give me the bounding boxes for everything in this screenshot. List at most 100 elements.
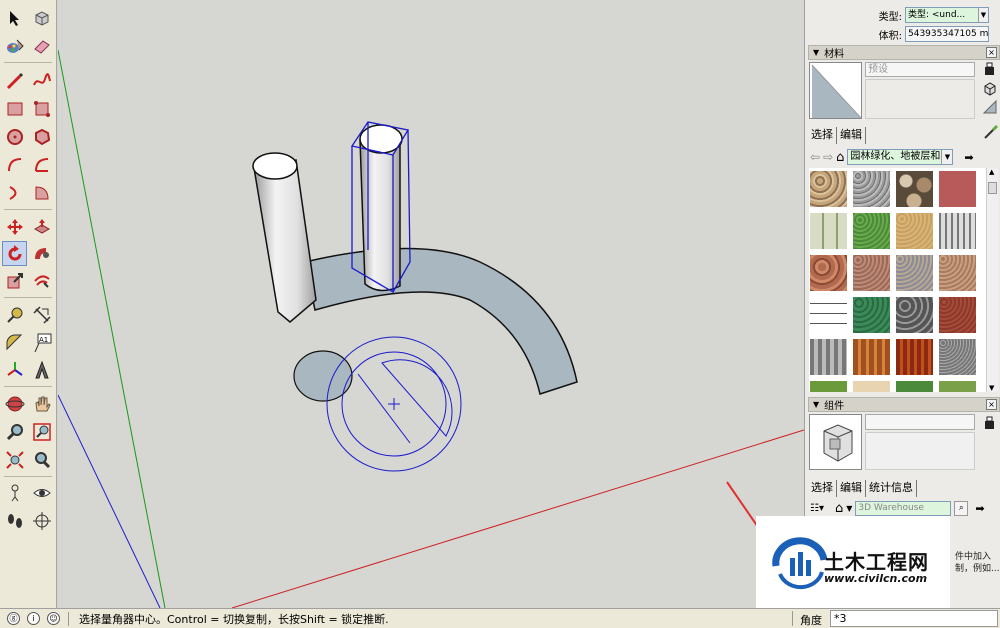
details-arrow-icon[interactable]: ➡ [975, 502, 984, 515]
text-icon[interactable]: A1 [29, 330, 54, 355]
material-swatch[interactable] [852, 296, 891, 334]
material-swatch[interactable] [938, 170, 977, 208]
material-swatch[interactable] [852, 254, 891, 292]
components-tab-select[interactable]: 选择 [808, 480, 837, 497]
dimension-icon[interactable] [29, 302, 54, 327]
paint-bucket-icon[interactable] [2, 33, 27, 58]
offset-icon[interactable] [29, 268, 54, 293]
info-icon[interactable]: i [27, 612, 40, 625]
push-pull-icon[interactable] [29, 214, 54, 239]
material-swatch[interactable] [809, 338, 848, 376]
three-point-arc-icon[interactable] [29, 180, 54, 205]
material-name-input[interactable]: 预设 [865, 62, 975, 77]
view-options-icon[interactable]: ☷▾ [810, 503, 824, 514]
pie-icon[interactable] [29, 152, 54, 177]
components-tab-stats[interactable]: 统计信息 [866, 480, 917, 497]
line-icon[interactable] [2, 68, 27, 93]
close-icon[interactable]: × [986, 47, 997, 58]
home-icon[interactable]: ⌂ [836, 150, 844, 165]
material-swatch[interactable] [895, 296, 934, 334]
polygon-icon[interactable] [29, 124, 54, 149]
material-swatch[interactable] [809, 254, 848, 292]
materials-panel-header[interactable]: ▼ 材料 × [808, 45, 1000, 60]
rectangle-icon[interactable] [2, 96, 27, 121]
material-swatch[interactable] [938, 254, 977, 292]
material-swatch[interactable] [809, 170, 848, 208]
create-material-icon[interactable] [983, 82, 997, 96]
close-icon[interactable]: × [986, 399, 997, 410]
rotate-icon[interactable] [2, 241, 27, 266]
make-component-icon[interactable] [29, 5, 54, 30]
circle-icon[interactable] [2, 124, 27, 149]
walk-icon[interactable] [2, 508, 27, 533]
material-swatch[interactable] [938, 338, 977, 376]
warehouse-search-input[interactable]: 3D Warehouse [855, 500, 952, 516]
chevron-down-icon[interactable]: ▼ [941, 150, 953, 164]
move-icon[interactable] [2, 214, 27, 239]
sample-paint-icon[interactable] [983, 124, 999, 140]
model-canvas[interactable] [58, 0, 804, 608]
home-icon[interactable]: ⌂ [835, 501, 843, 516]
user-icon[interactable]: ☺ [47, 612, 60, 625]
look-around-icon[interactable] [29, 480, 54, 505]
materials-tab-edit[interactable]: 编辑 [837, 127, 866, 144]
material-swatch[interactable] [895, 380, 934, 392]
material-swatch[interactable] [852, 380, 891, 392]
material-swatch[interactable] [938, 296, 977, 334]
3d-text-icon[interactable] [29, 357, 54, 382]
material-swatch[interactable] [852, 212, 891, 250]
back-icon[interactable]: ⇦ [810, 150, 820, 164]
collapse-icon[interactable]: ▼ [813, 48, 819, 57]
tape-measure-icon[interactable] [2, 302, 27, 327]
type-select[interactable]: 类型: <und... ▼ [905, 7, 989, 23]
section-plane-icon[interactable] [29, 508, 54, 533]
chevron-down-icon[interactable]: ▼ [846, 504, 852, 513]
component-description[interactable] [865, 432, 975, 470]
axes-icon[interactable] [2, 357, 27, 382]
display-secondary-icon[interactable] [983, 416, 996, 430]
zoom-icon[interactable] [2, 419, 27, 444]
geo-location-icon[interactable]: ⓖ [7, 612, 20, 625]
scale-icon[interactable] [2, 268, 27, 293]
forward-icon[interactable]: ⇨ [823, 150, 833, 164]
components-tab-edit[interactable]: 编辑 [837, 480, 866, 497]
material-swatch[interactable] [852, 170, 891, 208]
material-swatch[interactable] [809, 296, 848, 334]
orbit-icon[interactable] [2, 391, 27, 416]
follow-me-icon[interactable] [29, 241, 54, 266]
zoom-window-icon[interactable] [29, 419, 54, 444]
rotated-rectangle-icon[interactable] [29, 96, 54, 121]
material-swatch[interactable] [852, 338, 891, 376]
eraser-icon[interactable] [29, 33, 54, 58]
material-swatch[interactable] [895, 170, 934, 208]
drawing-viewport[interactable] [58, 0, 804, 608]
material-swatch[interactable] [895, 338, 934, 376]
material-swatch[interactable] [895, 212, 934, 250]
arc-icon[interactable] [2, 152, 27, 177]
protractor-icon[interactable] [2, 330, 27, 355]
component-name-input[interactable] [865, 414, 975, 430]
chevron-down-icon[interactable]: ▼ [978, 8, 988, 22]
previous-view-icon[interactable] [29, 447, 54, 472]
collection-select[interactable]: 园林绿化、地被层和' ▼ [847, 149, 954, 165]
pan-icon[interactable] [29, 391, 54, 416]
components-panel-header[interactable]: ▼ 组件 × [808, 397, 1000, 412]
default-material-icon[interactable] [982, 99, 997, 114]
zoom-extents-icon[interactable] [2, 447, 27, 472]
search-icon[interactable]: ⌕ [954, 500, 969, 516]
material-swatch[interactable] [938, 212, 977, 250]
swatch-scrollbar[interactable]: ▲ ▼ [986, 168, 998, 392]
select-icon[interactable] [2, 5, 27, 30]
two-point-arc-icon[interactable] [2, 180, 27, 205]
material-swatch[interactable] [809, 380, 848, 392]
material-swatch[interactable] [938, 380, 977, 392]
material-swatch[interactable] [895, 254, 934, 292]
position-camera-icon[interactable] [2, 480, 27, 505]
details-arrow-icon[interactable]: ➡ [964, 151, 973, 164]
material-swatch[interactable] [809, 212, 848, 250]
collapse-icon[interactable]: ▼ [813, 400, 819, 409]
materials-tab-select[interactable]: 选择 [808, 127, 837, 144]
measurement-input[interactable]: *3 [830, 610, 998, 627]
freehand-icon[interactable] [29, 68, 54, 93]
display-secondary-icon[interactable] [983, 62, 996, 76]
